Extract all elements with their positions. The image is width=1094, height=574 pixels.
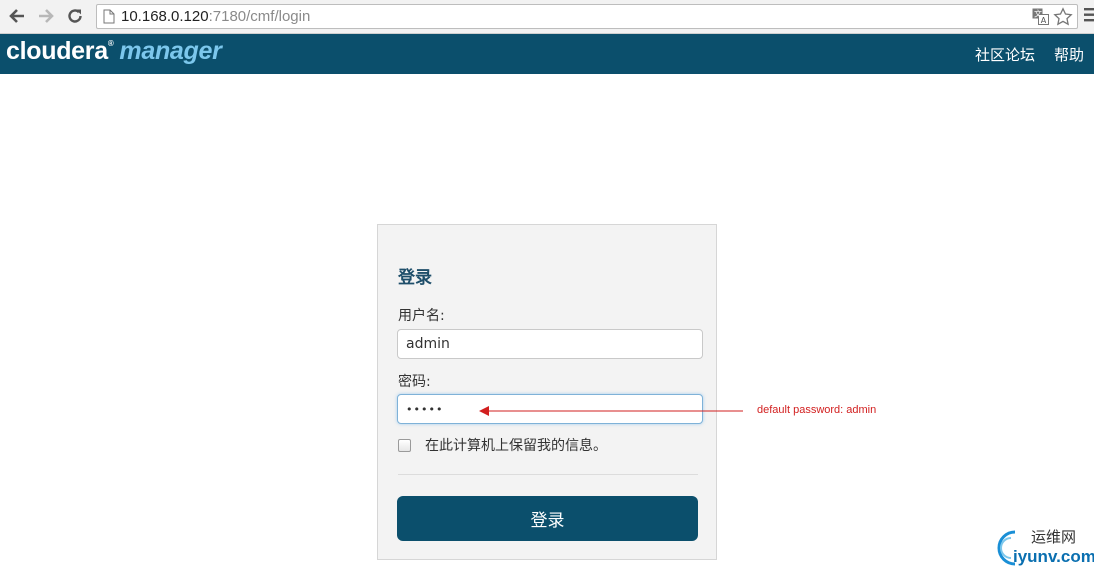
logo-registered-mark: ® <box>107 39 114 48</box>
community-forum-link[interactable]: 社区论坛 <box>975 44 1035 65</box>
watermark: 运维网 iyunv.com <box>989 526 1094 570</box>
annotation-text: default password: admin <box>757 404 877 416</box>
remember-me-checkbox[interactable] <box>398 438 411 452</box>
reload-button[interactable] <box>64 5 86 27</box>
remember-me-label[interactable]: 在此计算机上保留我的信息。 <box>425 435 607 455</box>
username-input[interactable]: admin <box>397 329 703 359</box>
reload-icon <box>68 9 82 23</box>
watermark-line1: 运维网 <box>1031 528 1077 546</box>
logo-text-manager: manager <box>119 37 222 65</box>
login-title: 登录 <box>398 268 432 288</box>
annotation-arrow-icon <box>479 406 743 416</box>
app-header: cloudera ® manager 社区论坛 帮助 <box>0 34 1094 74</box>
star-icon[interactable] <box>1053 7 1073 27</box>
watermark-line2: iyunv.com <box>1013 547 1094 566</box>
divider <box>398 474 698 475</box>
menu-icon[interactable] <box>1084 7 1094 23</box>
login-panel: 登录 用户名: admin 密码: ••••• 在此计算机上保留我的信息。 登录 <box>377 224 717 560</box>
svg-text:A: A <box>1041 16 1047 25</box>
cloudera-manager-logo[interactable]: cloudera ® manager <box>6 37 222 69</box>
translate-icon[interactable]: 文 A <box>1032 8 1049 25</box>
help-link[interactable]: 帮助 <box>1054 44 1084 65</box>
arrow-left-icon <box>9 9 24 23</box>
logo-text-cloudera: cloudera <box>6 37 108 65</box>
username-label: 用户名: <box>398 308 445 324</box>
url-path: :7180/cmf/login <box>208 8 311 25</box>
page-icon <box>103 9 115 24</box>
url-host: 10.168.0.120 <box>121 8 209 25</box>
back-button[interactable] <box>6 5 28 27</box>
url-text: 10.168.0.120:7180/cmf/login <box>121 8 310 25</box>
arrow-right-icon <box>39 9 54 23</box>
browser-toolbar: 10.168.0.120:7180/cmf/login 文 A <box>0 0 1094 34</box>
address-bar[interactable]: 10.168.0.120:7180/cmf/login 文 A <box>96 4 1078 29</box>
login-button[interactable]: 登录 <box>397 496 698 541</box>
header-nav: 社区论坛 帮助 <box>975 44 1084 65</box>
password-label: 密码: <box>398 374 431 390</box>
remember-me[interactable]: 在此计算机上保留我的信息。 <box>398 435 607 455</box>
forward-button[interactable] <box>35 5 57 27</box>
